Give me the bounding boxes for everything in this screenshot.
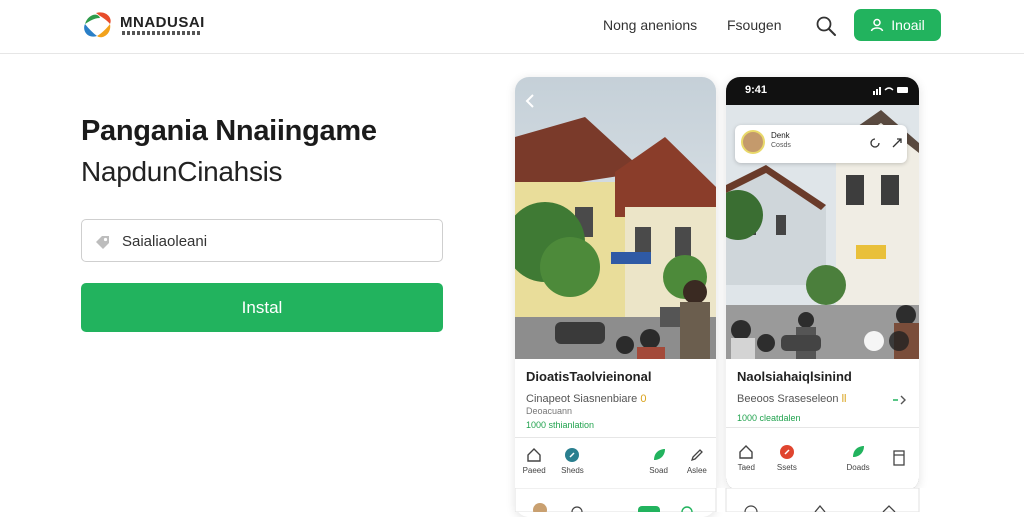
card-2-tab-book[interactable] <box>879 449 919 466</box>
hero-install-label: Instal <box>241 297 283 317</box>
card-2-title: Naolsiahaiqlsinind <box>737 369 852 384</box>
card-1-tab-shed[interactable]: Sheds <box>553 447 591 475</box>
card-2-tab-home-label: Taed <box>737 462 755 472</box>
brand-logo[interactable]: MNADUSAI <box>82 10 205 42</box>
card-2-tab-doads[interactable]: Doads <box>838 444 878 472</box>
app-card-1[interactable]: DioatisTaolvieinonal Cinapeot Siasnenbia… <box>515 77 716 517</box>
card-2-tabbar: Taed Ssets Doads <box>726 427 919 487</box>
record-icon <box>779 444 794 459</box>
card-1-price: 1000 sthianlation <box>526 420 595 430</box>
chevron-right-icon[interactable] <box>893 395 907 405</box>
refresh-icon[interactable] <box>869 137 881 149</box>
user-icon <box>871 18 884 32</box>
header-install-button[interactable]: Inoail <box>854 9 941 41</box>
card-1-title: DioatisTaolvieinonal <box>526 369 652 384</box>
tag-icon <box>96 236 109 249</box>
hero-search-field[interactable] <box>81 219 443 262</box>
card-1-tab-soad[interactable]: Soad <box>639 447 677 475</box>
card-1-line-text: Cinapeot Siasnenbiare <box>526 393 638 405</box>
hero-search-input[interactable] <box>122 228 422 254</box>
card-2-price: 1000 cleatdalen <box>737 413 801 423</box>
profile-card[interactable]: Denk Cosds <box>735 125 907 163</box>
header-install-label: Inoail <box>891 17 925 33</box>
card-1-tab-aslee[interactable]: Aslee <box>678 447 716 475</box>
signal-battery-icon <box>873 87 908 95</box>
book-icon <box>893 449 905 466</box>
card-1-subline: Deoacuann <box>526 406 573 416</box>
home-icon <box>739 444 753 459</box>
card-2-line: Beeoos Sraseseleon ll <box>737 393 846 405</box>
card-1-tabbar: Paeed Sheds Soad Aslee <box>515 437 716 483</box>
status-time: 9:41 <box>745 84 768 96</box>
hero-title: Pangania Nnaiingame <box>81 115 377 147</box>
next-cards-peek <box>514 487 925 517</box>
hero-subtitle: NapdunCinahsis <box>81 156 283 187</box>
logo-mark-icon <box>84 12 111 38</box>
card-1-tab-soad-label: Soad <box>649 465 668 475</box>
home-icon <box>527 447 541 462</box>
card-2-info: Naolsiahaiqlsinind Beeoos Sraseseleon ll… <box>726 359 919 491</box>
nav-link-2[interactable]: Fsougen <box>727 17 781 33</box>
card-2-tab-sets[interactable]: Ssets <box>767 444 807 472</box>
card-2-tab-doads-label: Doads <box>846 462 870 472</box>
profile-subtitle: Cosds <box>771 142 791 149</box>
brand-name: MNADUSAI <box>120 14 205 31</box>
card-2-line-text: Beeoos Sraseseleon <box>737 393 839 405</box>
card-2-line-value: ll <box>841 393 847 405</box>
card-1-line-value: 0 <box>640 393 647 405</box>
card-2-tab-sets-label: Ssets <box>776 462 797 472</box>
leaf-icon <box>853 445 865 457</box>
app-card-2[interactable]: 9:41 Denk Cosds Naolsiahaiqlsinind Beeoo… <box>726 77 919 491</box>
profile-name: Denk <box>771 131 790 140</box>
card-1-line: Cinapeot Siasnenbiare 0 <box>526 393 647 405</box>
card-2-tab-home[interactable]: Taed <box>726 444 766 472</box>
street-photo-1 <box>515 77 716 359</box>
nav-link-1[interactable]: Nong anenions <box>603 17 697 33</box>
avatar <box>741 130 765 154</box>
brand-tagline <box>122 31 202 35</box>
card-1-tab-shed-label: Sheds <box>561 465 584 475</box>
pencil-icon <box>690 448 703 461</box>
search-icon[interactable] <box>815 15 837 37</box>
share-icon[interactable] <box>891 137 903 149</box>
phone-status-bar: 9:41 <box>726 77 919 105</box>
top-header: MNADUSAI Nong anenions Fsougen Inoail <box>0 0 1024 54</box>
card-1-tab-aslee-label: Aslee <box>686 465 707 475</box>
compass-icon <box>565 447 580 462</box>
hero-install-button[interactable]: Instal <box>81 283 443 332</box>
card-1-tab-home-label: Paeed <box>522 465 546 475</box>
card-1-tab-home[interactable]: Paeed <box>515 447 553 475</box>
leaf-icon <box>653 448 665 460</box>
